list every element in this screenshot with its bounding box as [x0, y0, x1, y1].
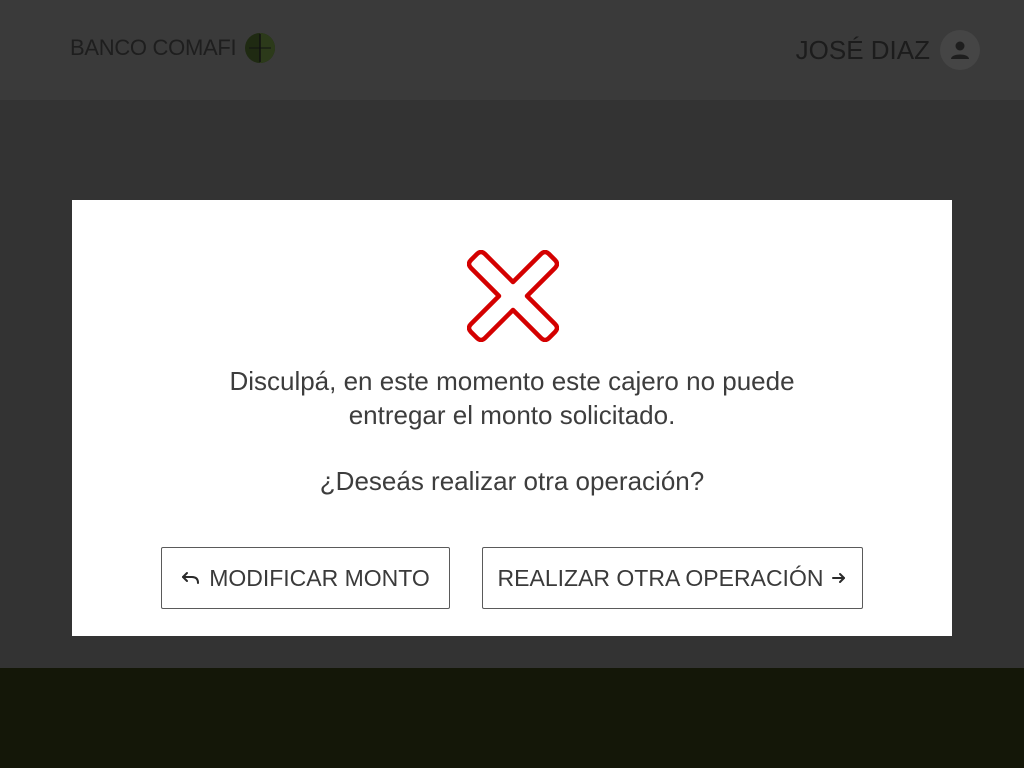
user-info: JOSÉ DIAZ: [796, 30, 980, 70]
error-x-icon: [467, 250, 559, 342]
other-operation-question: ¿Deseás realizar otra operación?: [319, 466, 705, 496]
comafi-logo-icon: [245, 33, 276, 63]
modify-amount-label: MODIFICAR MONTO: [209, 564, 430, 591]
header-bar: BANCO COMAFI JOSÉ DIAZ: [0, 0, 1024, 100]
footer-band: [0, 668, 1024, 768]
arrow-right-icon: [832, 573, 846, 583]
undo-icon: [182, 572, 200, 584]
error-dialog: Disculpá, en este momento este cajero no…: [72, 200, 952, 636]
other-operation-label: REALIZAR OTRA OPERACIÓN: [497, 564, 824, 591]
other-operation-button[interactable]: REALIZAR OTRA OPERACIÓN: [482, 547, 863, 609]
brand: BANCO COMAFI: [70, 32, 276, 64]
atm-screen: BANCO COMAFI JOSÉ DIAZ Disculpá, en este…: [0, 0, 1024, 768]
modify-amount-button[interactable]: MODIFICAR MONTO: [161, 547, 450, 609]
user-avatar-icon: [940, 30, 980, 70]
error-message: Disculpá, en este momento este cajero no…: [72, 364, 952, 432]
brand-name: BANCO COMAFI: [70, 35, 237, 60]
error-message-line2: entregar el monto solicitado.: [348, 400, 676, 430]
error-message-line1: Disculpá, en este momento este cajero no…: [229, 366, 795, 396]
user-name: JOSÉ DIAZ: [795, 34, 930, 65]
